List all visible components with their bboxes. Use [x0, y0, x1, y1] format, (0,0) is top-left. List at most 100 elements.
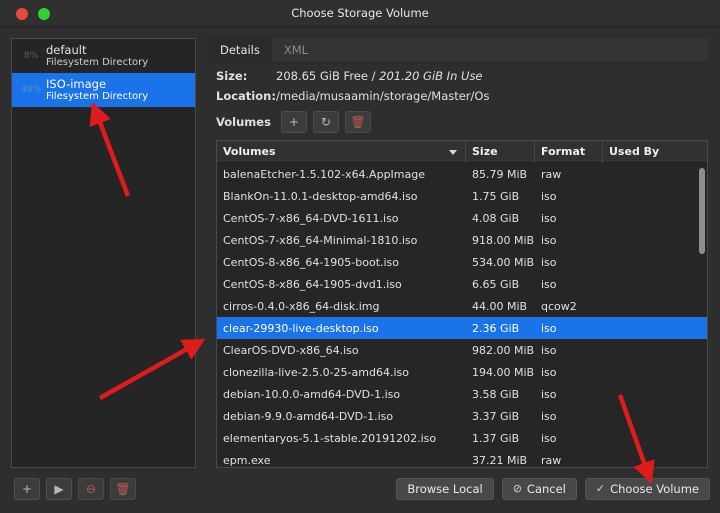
check-icon: ✓ [595, 482, 606, 495]
cancel-button[interactable]: ⊘ Cancel [501, 478, 577, 500]
table-row[interactable]: CentOS-7-x86_64-DVD-1611.iso 4.08 GiB iso [217, 207, 707, 229]
cell-size: 918.00 MiB [472, 233, 535, 247]
cell-format: iso [541, 255, 557, 269]
sort-descending-icon [449, 149, 457, 155]
size-used-value: 201.20 GiB In Use [379, 69, 483, 83]
cell-size: 3.37 GiB [472, 409, 520, 423]
table-row[interactable]: balenaEtcher-1.5.102-x64.AppImage 85.79 M… [217, 163, 707, 185]
tab-xml[interactable]: XML [272, 38, 320, 62]
size-row: Size: 208.65 GiB Free / 201.20 GiB In Us… [216, 69, 708, 83]
location-value: /media/musaamin/storage/Master/Os [276, 89, 490, 103]
size-label: Size: [216, 69, 248, 83]
cell-size: 44.00 MiB [472, 299, 528, 313]
create-volume-button[interactable]: + [280, 111, 307, 133]
table-row[interactable]: debian-9.9.0-amd64-DVD-1.iso 3.37 GiB iso [217, 405, 707, 427]
cell-size: 2.36 GiB [472, 321, 520, 335]
column-header-used-by[interactable]: Used By [603, 141, 703, 163]
cell-format: iso [541, 233, 557, 247]
table-scrollbar[interactable] [699, 165, 705, 465]
choose-volume-label: Choose Volume [610, 482, 699, 496]
details-panel: Details XML Size: 208.65 GiB Free / 201.2… [208, 38, 708, 468]
cell-size: 534.00 MiB [472, 255, 535, 269]
table-row[interactable]: ClearOS-DVD-x86_64.iso 982.00 MiB iso [217, 339, 707, 361]
table-row[interactable]: clonezilla-live-2.5.0-25-amd64.iso 194.00… [217, 361, 707, 383]
table-row[interactable]: clear-29930-live-desktop.iso 2.36 GiB iso [217, 317, 707, 339]
pool-type: Filesystem Directory [46, 56, 149, 68]
cell-format: iso [541, 343, 557, 357]
cell-format: iso [541, 365, 557, 379]
volumes-table[interactable]: Volumes Size Format Used By balenaEtcher… [216, 140, 708, 468]
delete-pool-button[interactable]: 🗑 [110, 478, 136, 500]
table-row[interactable]: debian-10.0.0-amd64-DVD-1.iso 3.58 GiB iso [217, 383, 707, 405]
column-header-volumes[interactable]: Volumes [217, 141, 466, 163]
cancel-icon: ⊘ [512, 482, 522, 495]
cell-size: 37.21 MiB [472, 453, 528, 467]
pool-list-item[interactable]: 49% ISO-image Filesystem Directory [12, 73, 195, 107]
cell-volume: CentOS-7-x86_64-Minimal-1810.iso [223, 233, 418, 247]
cell-size: 1.37 GiB [472, 431, 520, 445]
cell-format: iso [541, 431, 557, 445]
cell-volume: balenaEtcher-1.5.102-x64.AppImage [223, 167, 425, 181]
cancel-label: Cancel [526, 482, 566, 496]
size-separator: / [367, 69, 380, 83]
cell-volume: CentOS-8-x86_64-1905-dvd1.iso [223, 277, 402, 291]
cell-volume: clear-29930-live-desktop.iso [223, 321, 379, 335]
cell-size: 1.75 GiB [472, 189, 520, 203]
browse-local-button[interactable]: Browse Local [396, 478, 494, 500]
window-title: Choose Storage Volume [291, 6, 429, 20]
cell-format: iso [541, 321, 557, 335]
size-value: 208.65 GiB Free / 201.20 GiB In Use [276, 69, 483, 83]
table-row[interactable]: CentOS-7-x86_64-Minimal-1810.iso 918.00 M… [217, 229, 707, 251]
add-pool-button[interactable]: + [14, 478, 40, 500]
table-row[interactable]: elementaryos-5.1-stable.20191202.iso 1.37… [217, 427, 707, 449]
mouse-cursor [92, 104, 108, 129]
pool-list-item[interactable]: 8% default Filesystem Directory [12, 39, 195, 73]
cell-size: 194.00 MiB [472, 365, 535, 379]
cell-format: iso [541, 189, 557, 203]
cell-volume: clonezilla-live-2.5.0-25-amd64.iso [223, 365, 409, 379]
cell-format: raw [541, 167, 562, 181]
cell-size: 3.58 GiB [472, 387, 520, 401]
cell-volume: cirros-0.4.0-x86_64-disk.img [223, 299, 380, 313]
choose-volume-button[interactable]: ✓ Choose Volume [584, 478, 710, 500]
cell-format: iso [541, 409, 557, 423]
storage-pool-list[interactable]: 8% default Filesystem Directory 49% ISO-imag… [11, 38, 196, 468]
pool-name: default [46, 42, 87, 57]
cell-volume: CentOS-8-x86_64-1905-boot.iso [223, 255, 400, 269]
table-scrollbar-thumb[interactable] [699, 168, 705, 254]
refresh-volumes-button[interactable]: ↻ [312, 111, 339, 133]
table-row[interactable]: BlankOn-11.0.1-desktop-amd64.iso 1.75 GiB… [217, 185, 707, 207]
cell-volume: BlankOn-11.0.1-desktop-amd64.iso [223, 189, 418, 203]
cell-size: 982.00 MiB [472, 343, 535, 357]
delete-volume-button[interactable]: 🗑 [344, 111, 371, 133]
details-tabstrip: Details XML [208, 38, 708, 63]
location-label: Location: [216, 89, 276, 103]
stop-pool-button[interactable]: ⊖ [78, 478, 104, 500]
browse-local-label: Browse Local [407, 482, 483, 496]
column-header-size[interactable]: Size [466, 141, 535, 163]
cell-format: iso [541, 277, 557, 291]
pool-toolbar: + ▶ ⊖ 🗑 [14, 478, 136, 500]
cell-size: 6.65 GiB [472, 277, 520, 291]
cell-volume: debian-9.9.0-amd64-DVD-1.iso [223, 409, 394, 423]
table-row[interactable]: CentOS-8-x86_64-1905-boot.iso 534.00 MiB i… [217, 251, 707, 273]
dialog-actions: Browse Local ⊘ Cancel ✓ Choose Volume [396, 478, 710, 500]
table-header-row: Volumes Size Format Used By [217, 141, 707, 163]
size-free-value: 208.65 GiB Free [276, 69, 368, 83]
cell-format: iso [541, 387, 557, 401]
pool-type: Filesystem Directory [46, 90, 149, 102]
tab-details[interactable]: Details [208, 38, 272, 62]
table-row[interactable]: CentOS-8-x86_64-1905-dvd1.iso 6.65 GiB iso [217, 273, 707, 295]
cell-size: 4.08 GiB [472, 211, 520, 225]
cell-volume: elementaryos-5.1-stable.20191202.iso [223, 431, 437, 445]
cell-volume: ClearOS-DVD-x86_64.iso [223, 343, 359, 357]
cell-volume: debian-10.0.0-amd64-DVD-1.iso [223, 387, 401, 401]
column-header-format[interactable]: Format [535, 141, 603, 163]
table-row[interactable]: epm.exe 37.21 MiB raw [217, 449, 707, 467]
cell-volume: epm.exe [223, 453, 271, 467]
volumes-toolbar: Volumes + ↻ 🗑 [208, 109, 708, 139]
pool-info: Size: 208.65 GiB Free / 201.20 GiB In Us… [208, 63, 708, 103]
start-pool-button[interactable]: ▶ [46, 478, 72, 500]
table-row[interactable]: cirros-0.4.0-x86_64-disk.img 44.00 MiB qco… [217, 295, 707, 317]
cell-format: iso [541, 211, 557, 225]
